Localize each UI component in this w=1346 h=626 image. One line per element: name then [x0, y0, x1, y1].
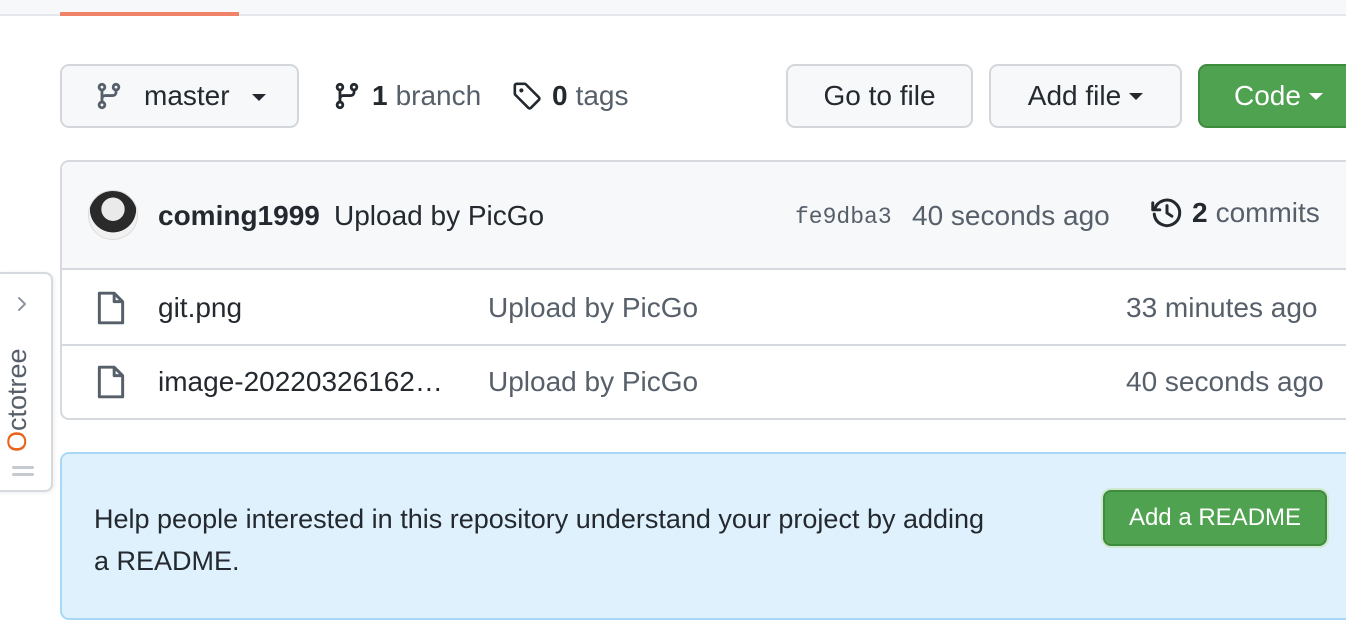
- tag-icon: [513, 82, 541, 110]
- readme-prompt-text: Help people interested in this repositor…: [94, 504, 985, 576]
- file-browser: coming1999 Upload by PicGo fe9dba3 40 se…: [60, 160, 1346, 420]
- commit-message[interactable]: Upload by PicGo: [334, 200, 544, 232]
- branch-count: 1: [372, 80, 388, 111]
- drag-handle-icon[interactable]: [12, 464, 34, 478]
- branch-label: branch: [395, 80, 482, 111]
- chevron-down-icon: [1129, 92, 1144, 100]
- file-name[interactable]: git.png: [158, 292, 242, 324]
- table-row: image-20220326162… Upload by PicGo 40 se…: [62, 346, 1346, 418]
- tag-count: 0: [552, 80, 568, 111]
- file-commit-message[interactable]: Upload by PicGo: [488, 292, 698, 324]
- add-file-button[interactable]: Add file: [989, 64, 1182, 128]
- commits-link[interactable]: 2 commits: [1150, 196, 1320, 230]
- octotree-label: Octotree: [2, 348, 32, 452]
- file-commit-time: 40 seconds ago: [1126, 366, 1324, 397]
- branch-select-button[interactable]: master: [60, 64, 299, 128]
- code-label: Code: [1234, 80, 1301, 111]
- history-icon: [1151, 198, 1182, 228]
- add-readme-button[interactable]: Add a README: [1103, 490, 1327, 546]
- go-to-file-button[interactable]: Go to file: [786, 64, 973, 128]
- readme-prompt: Help people interested in this repositor…: [60, 452, 1346, 620]
- git-branch-icon: [97, 82, 121, 110]
- commit-time: 40 seconds ago: [912, 200, 1110, 231]
- file-icon: [97, 291, 125, 325]
- git-branch-icon: [335, 82, 359, 110]
- tag-label: tags: [575, 80, 629, 111]
- table-row: git.png Upload by PicGo 33 minutes ago: [62, 272, 1346, 346]
- go-to-file-label: Go to file: [823, 80, 936, 111]
- chevron-down-icon: [1308, 92, 1323, 100]
- add-file-label: Add file: [1027, 80, 1122, 111]
- file-name[interactable]: image-20220326162…: [158, 366, 443, 398]
- file-commit-message[interactable]: Upload by PicGo: [488, 366, 698, 398]
- commit-author[interactable]: coming1999: [158, 200, 320, 232]
- commit-count: 2: [1192, 197, 1208, 228]
- commit-sha[interactable]: fe9dba3: [795, 204, 892, 230]
- file-icon: [97, 365, 125, 399]
- tags-link[interactable]: 0 tags: [512, 74, 629, 118]
- octotree-toggle[interactable]: Octotree: [0, 272, 53, 492]
- latest-commit-bar: coming1999 Upload by PicGo fe9dba3 40 se…: [62, 162, 1346, 270]
- branch-name: master: [144, 80, 230, 111]
- chevron-down-icon: [251, 94, 266, 101]
- active-tab-indicator: [60, 12, 239, 16]
- code-button[interactable]: Code: [1198, 64, 1346, 128]
- commit-label: commits: [1215, 197, 1320, 228]
- file-commit-time: 33 minutes ago: [1126, 292, 1318, 323]
- repo-nav-bar: [0, 0, 1346, 16]
- branches-link[interactable]: 1 branch: [332, 74, 481, 118]
- avatar[interactable]: [88, 190, 138, 240]
